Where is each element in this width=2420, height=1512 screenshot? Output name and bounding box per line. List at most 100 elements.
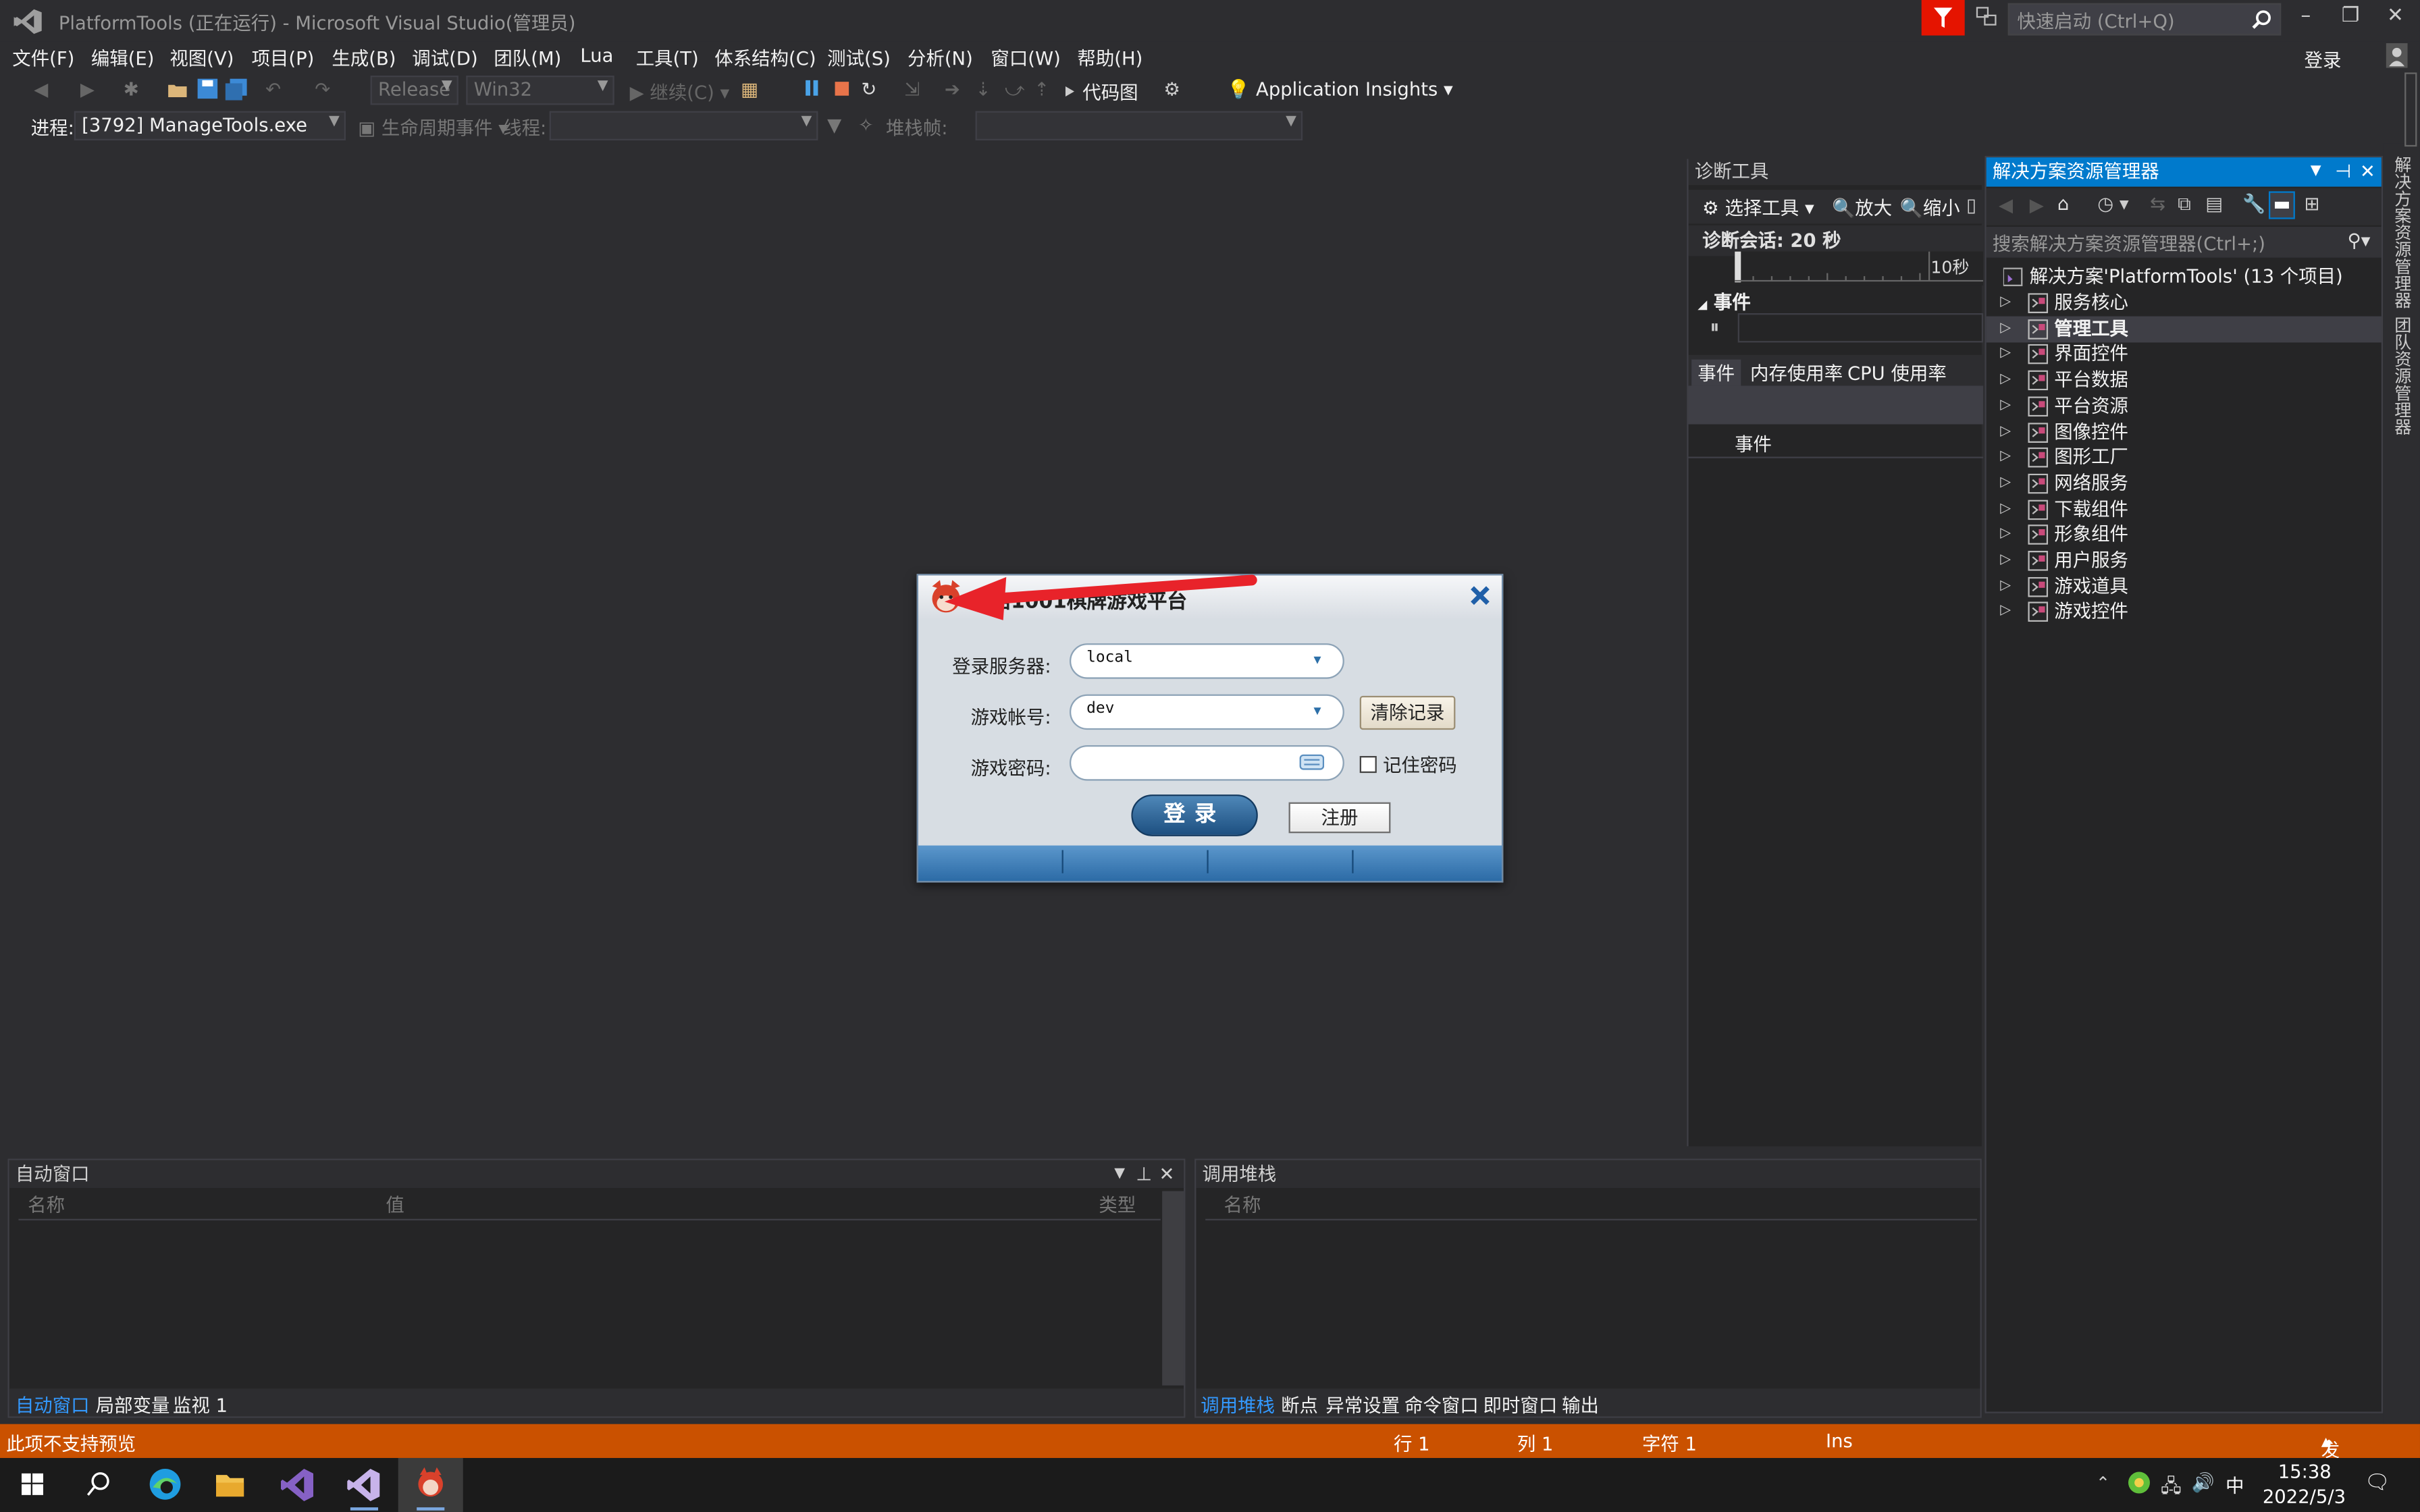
expand-icon[interactable]: ▷ [2000, 496, 2011, 522]
notification-flag-icon[interactable] [1921, 0, 1965, 36]
quick-launch-input[interactable]: 快速启动 (Ctrl+Q) [2007, 3, 2282, 36]
edge-browser-icon[interactable] [133, 1458, 198, 1512]
menu-test[interactable]: 测试(S) [827, 45, 891, 71]
file-explorer-icon[interactable] [198, 1458, 263, 1512]
hex-display-icon[interactable]: ⚙ [1163, 79, 1180, 104]
thread-select[interactable]: ▼ [549, 111, 818, 140]
action-center-icon[interactable]: 🗨 [2365, 1472, 2390, 1495]
server-select[interactable]: local ▼ [1069, 643, 1344, 679]
menu-architecture[interactable]: 体系结构(C) [714, 45, 816, 71]
pin-icon[interactable]: ⊥ [1136, 1160, 1152, 1188]
expand-icon[interactable]: ▷ [2000, 367, 2011, 394]
project-node[interactable]: ▷ 下载组件 [1987, 496, 2382, 522]
dropdown-icon[interactable]: ▼ [2311, 157, 2321, 186]
project-node[interactable]: ▷ 用户服务 [1987, 547, 2382, 574]
show-hidden-icons[interactable]: ⌃ [2096, 1474, 2110, 1494]
step-over-icon[interactable]: ⇣ [976, 79, 991, 104]
show-next-statement-icon[interactable]: ⇲ [904, 79, 920, 104]
side-tab-solution-explorer[interactable]: 解决方案资源管理器 [2389, 156, 2414, 308]
login-button[interactable]: 登录 [1131, 794, 1258, 836]
expand-icon[interactable]: ▷ [2000, 574, 2011, 600]
expand-icon[interactable]: ▷ [2000, 522, 2011, 548]
save-all-icon[interactable] [225, 78, 247, 104]
properties-icon[interactable]: 🔧 [2242, 193, 2265, 215]
volume-icon[interactable]: 🔊 [2192, 1472, 2215, 1494]
tab-locals[interactable]: 局部变量 [96, 1392, 170, 1418]
expand-icon[interactable]: ▷ [2000, 419, 2011, 446]
application-insights-button[interactable]: 💡 Application Insights ▾ [1227, 79, 1453, 104]
restart-icon[interactable]: ↻ [861, 79, 876, 104]
expand-icon[interactable]: ▷ [2000, 393, 2011, 419]
column-value[interactable]: 值 [386, 1191, 404, 1218]
expand-icon[interactable]: ▷ [2000, 445, 2011, 471]
zoom-out-button[interactable]: 🔍缩小 [1900, 194, 1960, 221]
clock-date[interactable]: 2022/5/3 [2263, 1486, 2346, 1507]
expand-icon[interactable]: ▷ [2000, 342, 2011, 368]
tab-memory[interactable]: 内存使用率 [1750, 360, 1843, 386]
tab-watch-1[interactable]: 监视 1 [173, 1392, 228, 1418]
menu-view[interactable]: 视图(V) [169, 45, 234, 71]
timeline-ruler[interactable]: 10秒 [1735, 251, 1984, 286]
back-icon[interactable]: ◀ [34, 79, 48, 104]
minimize-button[interactable]: – [2290, 5, 2321, 32]
process-select[interactable]: [3792] ManageTools.exe ▼ [74, 111, 346, 140]
account-icon[interactable] [2386, 43, 2408, 68]
project-node[interactable]: ▷ 管理工具 [1986, 315, 2382, 342]
tab-breakpoints[interactable]: 断点 [1281, 1392, 1318, 1418]
expand-icon[interactable]: ▷ [2000, 316, 2011, 342]
side-tab-team-explorer[interactable]: 团队资源管理器 [2389, 317, 2414, 435]
project-node[interactable]: ▷ 游戏道具 [1987, 574, 2382, 600]
network-icon[interactable]: 🖧 [2161, 1472, 2182, 1505]
home-icon[interactable]: ⌂ [2057, 193, 2069, 215]
pause-icon[interactable] [804, 79, 820, 104]
filter-icon[interactable]: ▼ [827, 114, 841, 139]
pin-icon[interactable]: ⊣ [2335, 157, 2351, 186]
menu-analyze[interactable]: 分析(N) [908, 45, 973, 71]
continue-button[interactable]: ▶ 继续(C) ▾ [630, 79, 730, 103]
forward-icon[interactable]: ▶ [80, 79, 95, 104]
game-app-icon[interactable] [398, 1457, 463, 1512]
search-icon[interactable] [65, 1458, 130, 1512]
menu-team[interactable]: 团队(M) [494, 45, 561, 71]
dropdown-icon[interactable]: ▼ [1114, 1160, 1125, 1188]
solution-config-select[interactable]: Release ▼ [370, 75, 458, 105]
new-project-icon[interactable]: ✱ [124, 79, 139, 104]
project-node[interactable]: ▷ 服务核心 [1987, 290, 2382, 317]
menu-build[interactable]: 生成(B) [332, 45, 396, 71]
visual-studio-active-icon[interactable] [332, 1458, 396, 1512]
show-all-files-icon[interactable]: ▤ [2205, 193, 2223, 215]
menu-window[interactable]: 窗口(W) [991, 45, 1060, 71]
reset-view-icon[interactable]: ▯ [1966, 194, 1976, 216]
collapse-all-icon[interactable]: ⧉ [2178, 193, 2191, 216]
tab-immediate-window[interactable]: 即时窗口 [1483, 1392, 1558, 1418]
solution-node[interactable]: 解决方案'PlatformTools' (13 个项目) [1987, 264, 2382, 290]
restore-button[interactable]: ❐ [2335, 5, 2366, 32]
menu-edit[interactable]: 编辑(E) [91, 45, 155, 71]
solution-search-input[interactable]: 搜索解决方案资源管理器(Ctrl+;) ⚲▾ [1986, 226, 2382, 258]
select-tool-button[interactable]: ⚙ 选择工具 ▾ [1702, 194, 1814, 221]
tab-exception-settings[interactable]: 异常设置 [1325, 1392, 1400, 1418]
sync-icon[interactable]: ⇆ [2150, 193, 2165, 215]
dialog-close-button[interactable] [1468, 583, 1493, 608]
menu-debug[interactable]: 调试(D) [412, 45, 477, 71]
class-diagram-icon[interactable]: ⊞ [2305, 193, 2320, 215]
notifications-bar-icon[interactable] [2404, 72, 2417, 147]
column-name[interactable]: 名称 [1224, 1191, 1261, 1218]
tab-output[interactable]: 输出 [1562, 1392, 1599, 1418]
lifecycle-events-button[interactable]: ▣ 生命周期事件 ▾ [358, 114, 508, 139]
vertical-scrollbar[interactable] [1162, 1191, 1184, 1386]
forward-icon[interactable]: ▶ [2030, 194, 2044, 216]
preview-icon[interactable]: ▬ [2268, 191, 2295, 219]
register-button[interactable]: 注册 [1288, 802, 1391, 834]
feedback-icon[interactable] [1976, 6, 1997, 28]
project-node[interactable]: ▷ 平台资源 [1987, 393, 2382, 419]
close-panel-icon[interactable]: ✕ [1159, 1160, 1175, 1188]
pause-events-icon[interactable]: ⏸ [1710, 317, 1720, 340]
menu-lua[interactable]: Lua [580, 45, 613, 66]
project-node[interactable]: ▷ 图像控件 [1987, 419, 2382, 446]
start-windows-icon[interactable] [0, 1458, 65, 1512]
events-section-title[interactable]: ◢ 事件 [1698, 288, 1751, 315]
attach-icon[interactable]: ▦ [741, 79, 758, 104]
expand-icon[interactable]: ▷ [2000, 290, 2011, 317]
open-file-icon[interactable] [167, 79, 188, 104]
